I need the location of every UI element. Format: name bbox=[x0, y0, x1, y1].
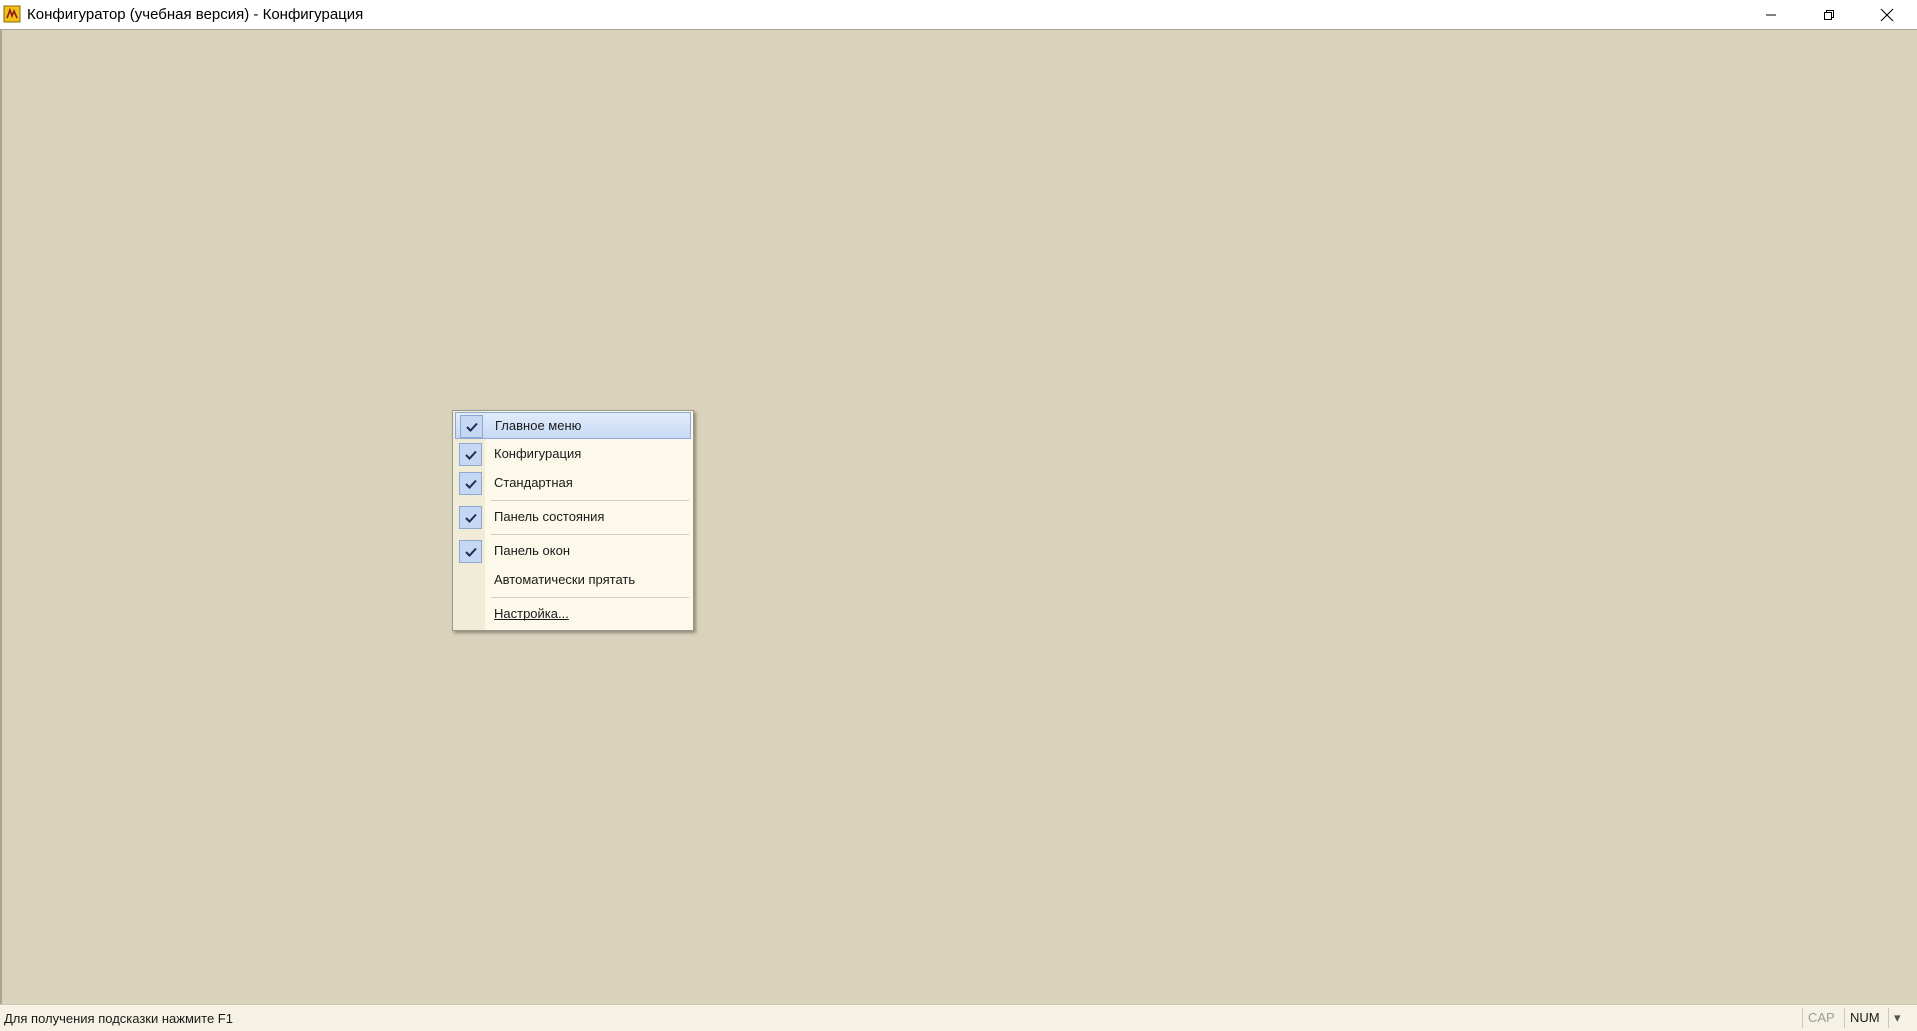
minimize-button[interactable] bbox=[1742, 0, 1800, 29]
menu-separator bbox=[491, 500, 689, 501]
restore-icon bbox=[1823, 9, 1835, 21]
menu-item-status-bar[interactable]: Панель состояния bbox=[455, 504, 691, 531]
menu-item-label: Панель окон bbox=[494, 543, 570, 558]
menu-item-standard[interactable]: Стандартная bbox=[455, 470, 691, 497]
menu-item-label: Конфигурация bbox=[494, 446, 582, 461]
checkmark-icon bbox=[459, 443, 482, 466]
close-icon bbox=[1880, 8, 1894, 22]
application-window: Конфигуратор (учебная версия) - Конфигур… bbox=[0, 0, 1917, 1031]
menu-item-label: Стандартная bbox=[494, 475, 573, 490]
minimize-icon bbox=[1765, 9, 1777, 21]
restore-button[interactable] bbox=[1800, 0, 1858, 29]
num-lock-indicator: NUM bbox=[1844, 1008, 1888, 1028]
title-bar[interactable]: Конфигуратор (учебная версия) - Конфигур… bbox=[0, 0, 1917, 29]
menu-item-auto-hide[interactable]: Автоматически прятать bbox=[455, 567, 691, 594]
window-title: Конфигуратор (учебная версия) - Конфигур… bbox=[27, 6, 364, 23]
checkmark-icon bbox=[459, 506, 482, 529]
menu-item-label: Настройка... bbox=[494, 606, 569, 621]
menu-item-window-panel[interactable]: Панель окон bbox=[455, 538, 691, 565]
main-workspace[interactable] bbox=[0, 29, 1917, 1004]
close-button[interactable] bbox=[1858, 0, 1916, 29]
checkmark-icon bbox=[459, 540, 482, 563]
app-icon[interactable] bbox=[3, 5, 21, 23]
checkmark-icon bbox=[459, 472, 482, 495]
caps-lock-indicator: CAP bbox=[1802, 1008, 1844, 1028]
menu-item-main-menu[interactable]: Главное меню bbox=[455, 412, 691, 439]
menu-separator bbox=[491, 534, 689, 535]
menu-item-label: Автоматически прятать bbox=[494, 572, 636, 587]
menu-item-configuration[interactable]: Конфигурация bbox=[455, 441, 691, 468]
status-menu-arrow-icon[interactable]: ▾ bbox=[1888, 1008, 1917, 1028]
toolbar-context-menu: Главное меню Конфигурация Стандартная Па… bbox=[452, 410, 694, 631]
menu-item-label: Главное меню bbox=[495, 418, 582, 433]
menu-item-settings[interactable]: Настройка... bbox=[455, 601, 691, 628]
status-bar: Для получения подсказки нажмите F1 CAP N… bbox=[0, 1004, 1917, 1031]
menu-item-label: Панель состояния bbox=[494, 509, 605, 524]
checkmark-icon bbox=[460, 415, 483, 438]
menu-separator bbox=[491, 597, 689, 598]
status-hint: Для получения подсказки нажмите F1 bbox=[4, 1011, 233, 1026]
